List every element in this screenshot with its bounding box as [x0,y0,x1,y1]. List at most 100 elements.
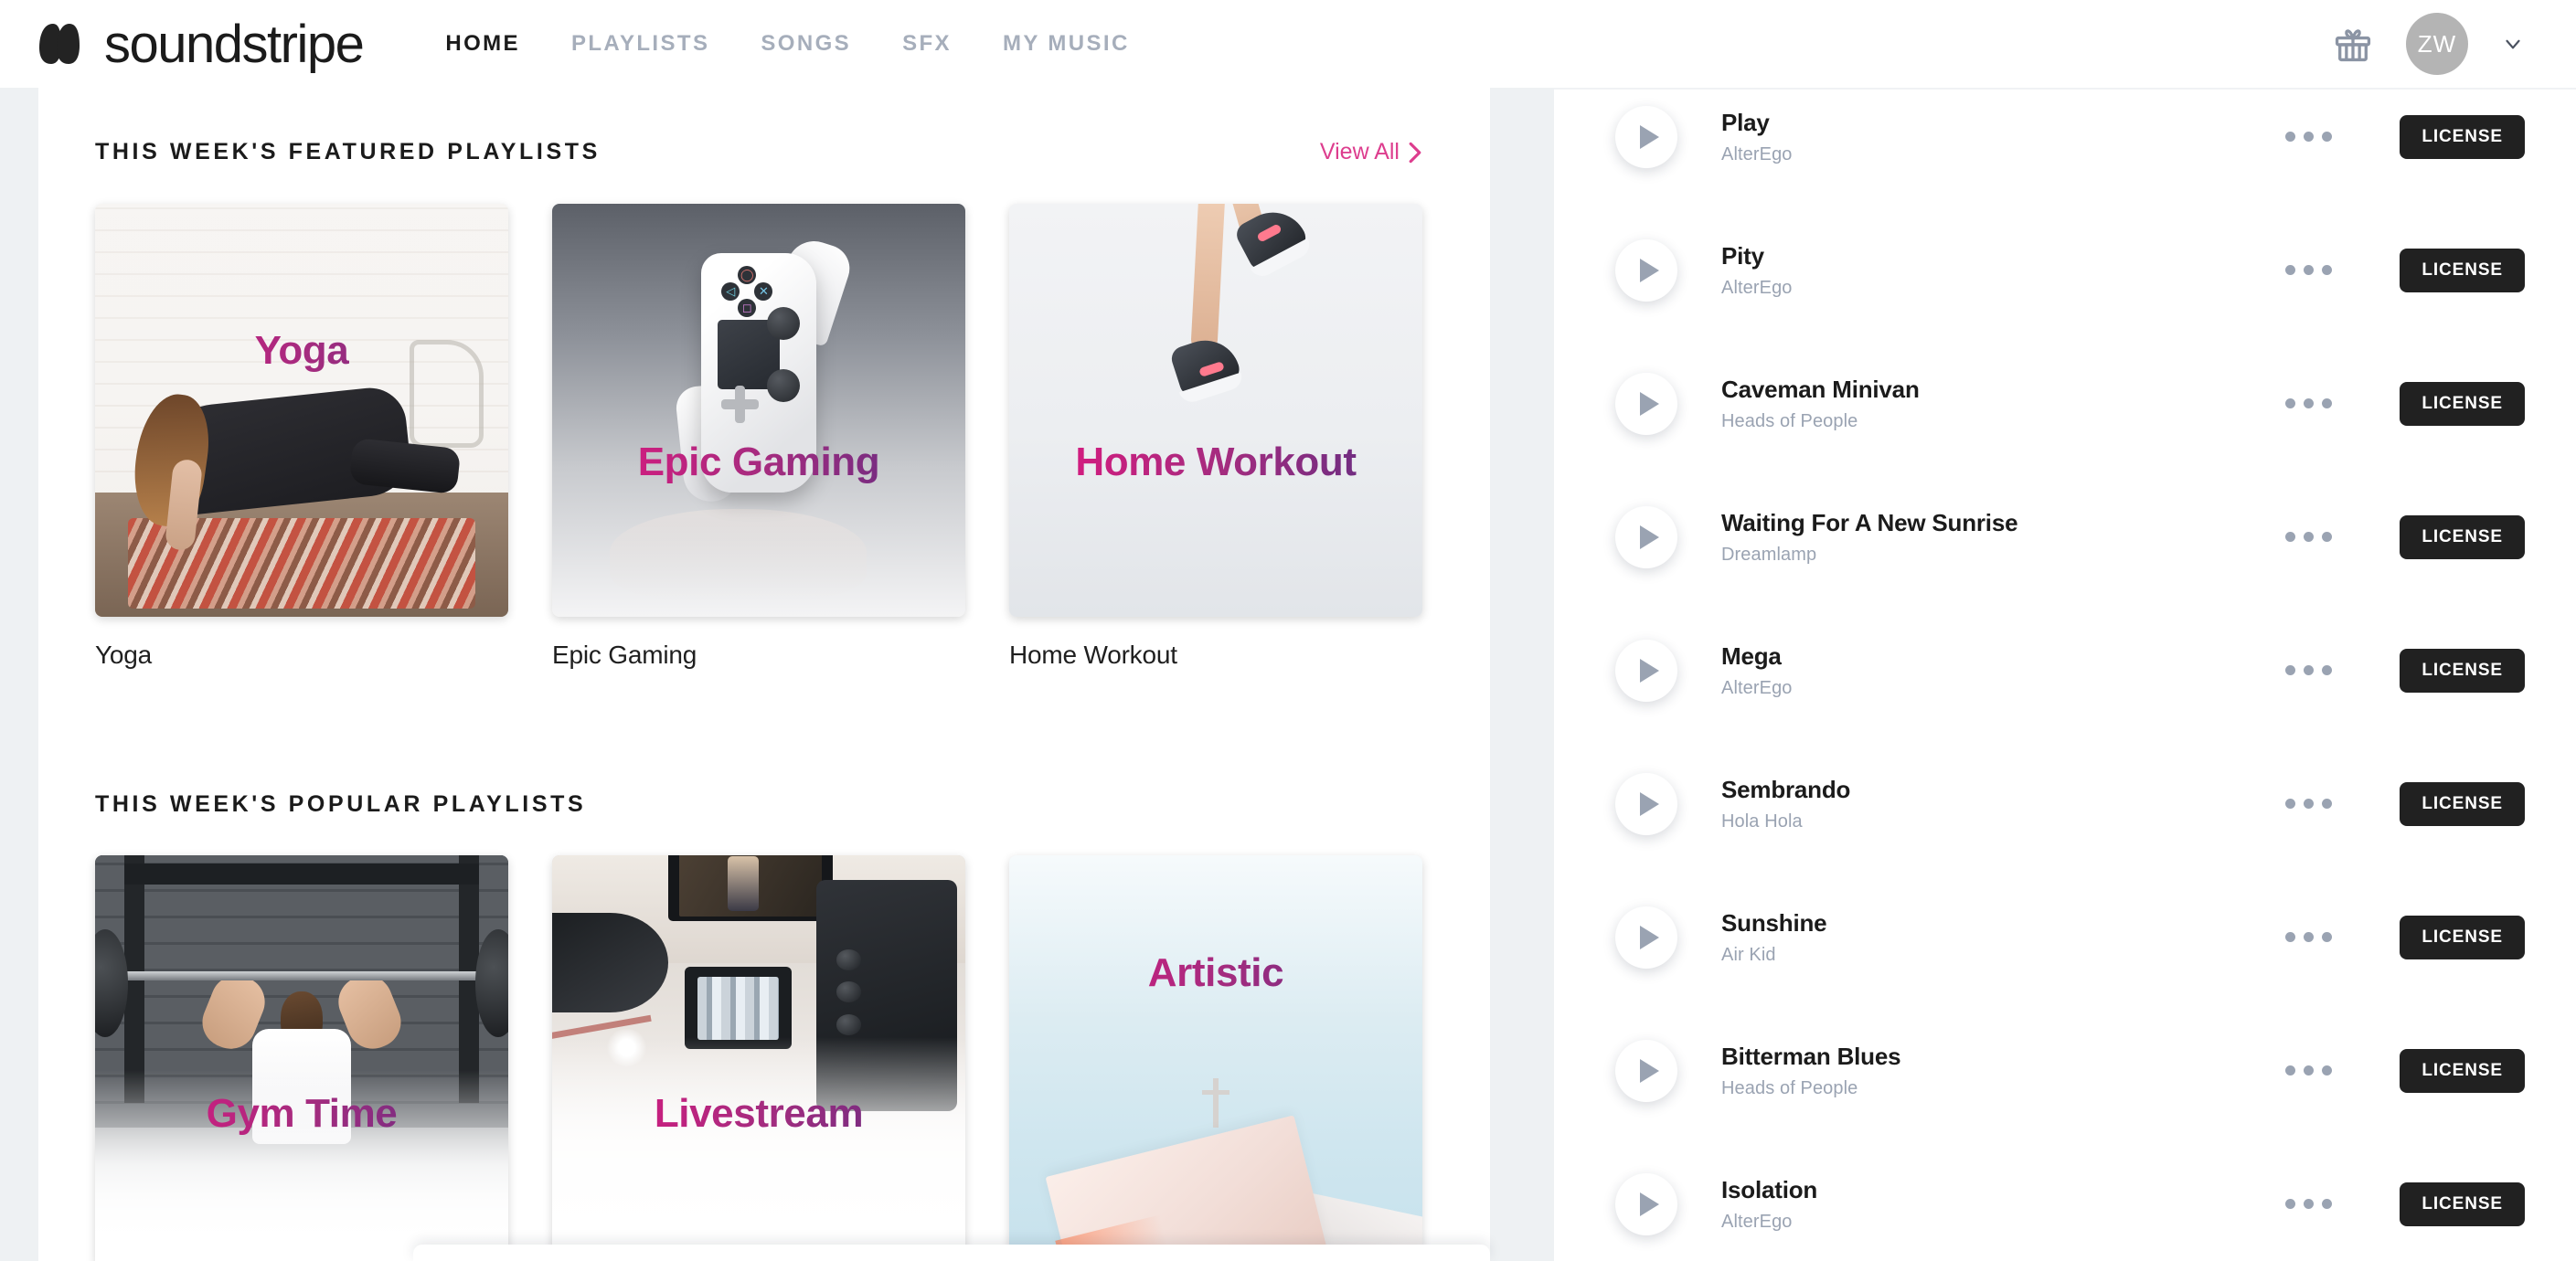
song-artist: Heads of People [1721,1077,1858,1098]
audio-player-bar[interactable] [413,1245,1490,1261]
play-icon[interactable] [1615,1039,1677,1102]
license-button[interactable]: LICENSE [2400,1182,2525,1226]
playlist-caption[interactable]: Epic Gaming [552,641,965,670]
song-title: Mega [1721,641,1782,670]
featured-section-title: THIS WEEK'S FEATURED PLAYLISTS [95,139,601,164]
playlist-card[interactable]: Home Workout Home Workout [1009,204,1422,670]
nav-item-home[interactable]: HOME [445,31,520,57]
playlist-artwork-epic-gaming: ◯ ◁ ✕ ◻ [552,204,965,617]
song-artist: AlterEgo [1721,1211,1793,1232]
song-artist: Heads of People [1721,410,1858,431]
more-options-icon[interactable] [2285,265,2333,275]
more-options-icon[interactable] [2285,532,2333,542]
song-title: Pity [1721,241,1764,270]
playlist-thumbnail[interactable]: Artistic [1009,855,1422,1261]
chevron-right-icon [1409,142,1421,163]
playlist-thumbnail[interactable]: ◯◁ ✕◻ Epic Gaming [552,204,965,617]
song-row[interactable]: Play AlterEgo LICENSE [1554,88,2576,197]
main-nav-links: HOME PLAYLISTS SONGS SFX MY MUSIC [445,31,1129,57]
playlist-caption[interactable]: Home Workout [1009,641,1422,670]
song-title: Sembrando [1721,775,1851,803]
song-meta: Bitterman Blues Heads of People [1721,1043,2285,1099]
license-button[interactable]: LICENSE [2400,381,2525,426]
play-icon[interactable] [1615,105,1677,168]
play-icon[interactable] [1615,1172,1677,1235]
song-meta: Play AlterEgo [1721,109,2285,165]
play-icon[interactable] [1615,238,1677,302]
license-button[interactable]: LICENSE [2400,514,2525,559]
playlist-thumbnail[interactable]: Yoga [95,204,508,617]
more-options-icon[interactable] [2285,132,2333,142]
song-list-panel: Play AlterEgo LICENSE Pity AlterEgo LICENSE Ca… [1554,88,2576,1261]
playlist-card[interactable]: ◯◁ ✕◻ Epic Gaming Epic Gaming [552,204,965,670]
song-meta: Pity AlterEgo [1721,242,2285,299]
chevron-down-icon[interactable] [2501,32,2525,56]
play-icon[interactable] [1615,906,1677,969]
gift-icon[interactable] [2333,24,2373,64]
playlist-artwork-artistic [1009,855,1422,1261]
playlist-artwork-gym-time [95,855,508,1261]
playlist-thumbnail[interactable]: Gym Time [95,855,508,1261]
song-row[interactable]: Caveman Minivan Heads of People LICENSE [1554,343,2576,464]
play-icon[interactable] [1615,639,1677,702]
playlist-thumbnail[interactable]: Livestream [552,855,965,1261]
featured-playlist-row: Yoga Yoga ◯◁ ✕◻ Epic Gaming Epic G [95,204,1422,670]
song-title: Waiting For A New Sunrise [1721,508,2018,536]
license-button[interactable]: LICENSE [2400,648,2525,693]
license-button[interactable]: LICENSE [2400,248,2525,292]
playlist-card[interactable]: Yoga Yoga [95,204,508,670]
more-options-icon[interactable] [2285,665,2333,675]
playlist-caption[interactable]: Yoga [95,641,508,670]
more-options-icon[interactable] [2285,932,2333,942]
license-button[interactable]: LICENSE [2400,781,2525,826]
song-artist: Hola Hola [1721,811,1803,832]
song-row[interactable]: Sembrando Hola Hola LICENSE [1554,743,2576,864]
nav-item-my-music[interactable]: MY MUSIC [1003,31,1130,57]
song-title: Caveman Minivan [1721,375,1920,403]
song-meta: Caveman Minivan Heads of People [1721,376,2285,432]
soundstripe-logo-icon [39,24,80,64]
popular-playlist-row: Gym Time Gym Time Livestream House of Wo… [95,855,1422,1261]
avatar[interactable]: ZW [2406,13,2468,75]
song-artist: Dreamlamp [1721,544,1817,565]
song-row[interactable]: Bitterman Blues Heads of People LICENSE [1554,1010,2576,1131]
playlist-artwork-home-workout [1009,204,1422,617]
nav-item-playlists[interactable]: PLAYLISTS [571,31,709,57]
playlist-card[interactable]: Livestream House of Worship: Livestream [552,855,965,1261]
song-meta: Sunshine Air Kid [1721,909,2285,966]
song-row[interactable]: Mega AlterEgo LICENSE [1554,609,2576,731]
song-meta: Sembrando Hola Hola [1721,776,2285,832]
song-row[interactable]: Sunshine Air Kid LICENSE [1554,876,2576,998]
brand-logo[interactable]: soundstripe [38,0,365,88]
play-icon[interactable] [1615,772,1677,835]
play-icon[interactable] [1615,372,1677,435]
song-title: Isolation [1721,1175,1818,1203]
more-options-icon[interactable] [2285,799,2333,809]
nav-item-songs[interactable]: SONGS [761,31,851,57]
playlist-artwork-yoga [95,204,508,617]
song-row[interactable]: Pity AlterEgo LICENSE [1554,209,2576,331]
playlist-thumbnail[interactable]: Home Workout [1009,204,1422,617]
more-options-icon[interactable] [2285,1065,2333,1076]
play-icon[interactable] [1615,505,1677,568]
license-button[interactable]: LICENSE [2400,114,2525,159]
nav-right-cluster: ZW [2333,13,2525,75]
view-all-link[interactable]: View All [1320,139,1422,165]
nav-item-sfx[interactable]: SFX [902,31,952,57]
playlist-card[interactable]: Artistic House of Worship: Artistic [1009,855,1422,1261]
playlists-surface: THIS WEEK'S FEATURED PLAYLISTS View All … [38,88,1490,1261]
more-options-icon[interactable] [2285,1199,2333,1209]
playlist-artwork-livestream [552,855,965,1261]
song-title: Play [1721,108,1770,136]
playlists-panel: THIS WEEK'S FEATURED PLAYLISTS View All … [0,88,1490,1261]
song-artist: AlterEgo [1721,277,1793,298]
brand-name: soundstripe [104,14,365,74]
more-options-icon[interactable] [2285,398,2333,408]
song-row[interactable]: Waiting For A New Sunrise Dreamlamp LICENS… [1554,476,2576,598]
song-meta: Waiting For A New Sunrise Dreamlamp [1721,509,2285,566]
license-button[interactable]: LICENSE [2400,1048,2525,1093]
song-title: Sunshine [1721,908,1827,937]
playlist-card[interactable]: Gym Time Gym Time [95,855,508,1261]
license-button[interactable]: LICENSE [2400,915,2525,959]
song-row[interactable]: Isolation AlterEgo LICENSE [1554,1143,2576,1261]
